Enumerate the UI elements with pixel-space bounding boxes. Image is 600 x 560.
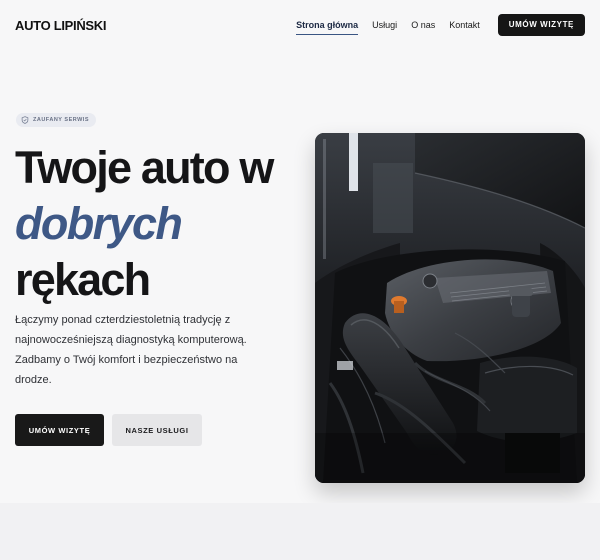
nav-link-services[interactable]: Usługi bbox=[372, 16, 397, 34]
site-header: AUTO LIPIŃSKI Strona główna Usługi O nas… bbox=[0, 0, 600, 50]
nav-link-contact[interactable]: Kontakt bbox=[449, 16, 480, 34]
hero-description: Łączymy ponad czterdziestoletnią tradycj… bbox=[15, 314, 247, 386]
nav-book-visit-button[interactable]: UMÓW WIZYTĘ bbox=[497, 14, 585, 36]
hero-title-line-3: rękach bbox=[15, 254, 151, 305]
trusted-service-badge: ZAUFANY SERWIS bbox=[16, 113, 96, 127]
car-engine-photo bbox=[315, 133, 585, 483]
page: AUTO LIPIŃSKI Strona główna Usługi O nas… bbox=[0, 0, 600, 560]
brand-logo[interactable]: AUTO LIPIŃSKI bbox=[15, 18, 107, 33]
our-services-button[interactable]: NASZE USŁUGI bbox=[112, 414, 202, 446]
badge-label: ZAUFANY SERWIS bbox=[33, 117, 89, 123]
engine-illustration bbox=[315, 133, 585, 483]
nav-link-home[interactable]: Strona główna bbox=[296, 16, 359, 35]
hero-title: Twoje auto w dobrych rękach bbox=[15, 140, 305, 308]
next-section-band bbox=[0, 503, 600, 560]
nav-link-about[interactable]: O nas bbox=[411, 16, 435, 34]
shield-icon bbox=[21, 116, 29, 124]
hero-title-accent: dobrych bbox=[15, 198, 183, 249]
hero-title-line-1: Twoje auto w bbox=[15, 142, 274, 193]
book-visit-button[interactable]: UMÓW WIZYTĘ bbox=[15, 414, 104, 446]
main-nav: Strona główna Usługi O nas Kontakt UMÓW … bbox=[296, 14, 585, 36]
